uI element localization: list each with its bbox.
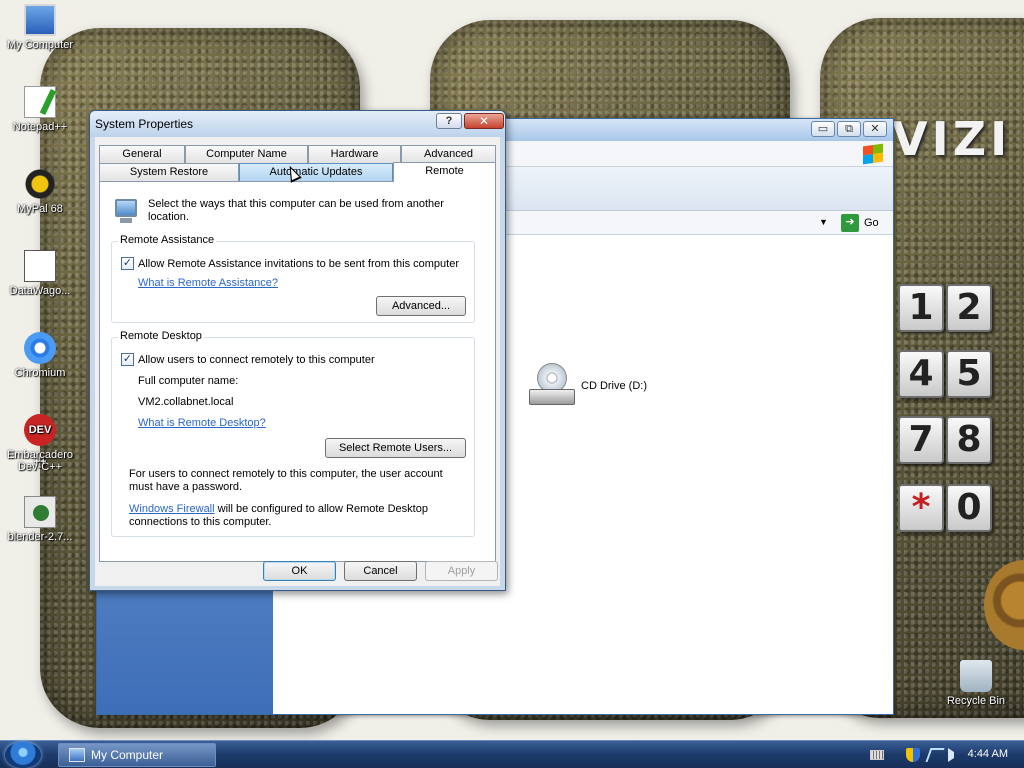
desktop-icon-label: My Computer <box>6 39 74 51</box>
notepad-icon <box>24 86 56 118</box>
tab-automatic-updates[interactable]: Automatic Updates <box>239 163 393 181</box>
keypad-key: 4 <box>898 350 944 398</box>
keypad-key: 2 <box>946 284 992 332</box>
cancel-button[interactable]: Cancel <box>344 561 417 581</box>
computer-icon <box>69 748 85 762</box>
desktop-icon-notepad[interactable]: Notepad++ <box>2 86 78 133</box>
taskbar-clock[interactable]: 4:44 AM <box>968 748 1008 760</box>
maximize-button[interactable]: ⧉ <box>837 121 861 137</box>
keypad-key: 1 <box>898 284 944 332</box>
desktop-icon-mypal[interactable]: MyPal 68 <box>2 168 78 215</box>
remote-desktop-checkbox-label: Allow users to connect remotely to this … <box>138 353 375 366</box>
system-tray: 4:44 AM <box>864 741 1024 768</box>
go-button[interactable]: ➔ Go <box>841 214 879 232</box>
wallpaper-brand-text: VIZI <box>892 112 1012 166</box>
windows-logo-icon <box>863 143 883 165</box>
desktop-icon-blender[interactable]: blender-2.7... <box>2 496 78 543</box>
desktop-icon-my-computer[interactable]: My Computer <box>2 4 78 51</box>
desktop-icon-datawago[interactable]: DataWago... <box>2 250 78 297</box>
what-is-remote-assistance-link[interactable]: What is Remote Assistance? <box>138 277 278 289</box>
desktop-icon-label: DataWago... <box>9 285 71 297</box>
blender-icon <box>24 496 56 528</box>
tab-advanced[interactable]: Advanced <box>401 145 496 163</box>
desktop-icon-label: blender-2.7... <box>7 531 73 543</box>
close-button[interactable]: ✕ <box>863 121 887 137</box>
select-remote-users-button[interactable]: Select Remote Users... <box>325 438 466 458</box>
tab-hardware[interactable]: Hardware <box>308 145 401 163</box>
keypad-key: 5 <box>946 350 992 398</box>
chromium-icon <box>24 332 56 364</box>
dialog-client: General Computer Name Hardware Advanced … <box>95 137 500 586</box>
tab-general[interactable]: General <box>99 145 185 163</box>
desktop-icon-chromium[interactable]: Chromium <box>2 332 78 379</box>
go-arrow-icon: ➔ <box>841 214 859 232</box>
devcpp-icon: DEV ++ <box>24 414 56 468</box>
address-dropdown-icon[interactable]: ▼ <box>819 217 828 227</box>
windows-firewall-link[interactable]: Windows Firewall <box>129 503 215 515</box>
firewall-note-row: Windows Firewall will be configured to a… <box>129 503 464 529</box>
dialog-title: System Properties <box>95 117 194 131</box>
cd-drive-label: CD Drive (D:) <box>581 380 647 392</box>
remote-assistance-title: Remote Assistance <box>118 234 217 246</box>
desktop-icon-label: Notepad++ <box>12 121 68 133</box>
keypad-key: 0 <box>946 484 992 532</box>
keypad-key: * <box>898 484 944 532</box>
cd-drive-item[interactable]: CD Drive (D:) <box>529 363 647 409</box>
desktop-icon-label: Embarcadero Dev-C++ <box>6 449 74 473</box>
datawago-icon <box>24 250 56 282</box>
desktop-icon-label: Recycle Bin <box>946 695 1006 707</box>
taskbar: My Computer 4:44 AM <box>0 740 1024 768</box>
dialog-close-button[interactable]: ✕ <box>464 113 504 129</box>
full-computer-name-value: VM2.collabnet.local <box>138 396 234 408</box>
desktop-icon-recycle-bin[interactable]: Recycle Bin <box>938 660 1014 707</box>
remote-assistance-checkbox[interactable]: ✓ <box>121 257 134 270</box>
go-label: Go <box>864 217 879 229</box>
keyboard-icon[interactable] <box>870 750 884 760</box>
system-properties-dialog[interactable]: System Properties ? ✕ General Computer N… <box>89 110 506 591</box>
desktop-icon-label: Chromium <box>14 367 66 379</box>
dialog-titlebar[interactable]: System Properties ? ✕ <box>90 111 505 137</box>
mypal-icon <box>24 168 56 200</box>
network-icon[interactable] <box>925 748 945 762</box>
keypad-key: 8 <box>946 416 992 464</box>
tab-system-restore[interactable]: System Restore <box>99 163 239 181</box>
remote-assistance-group: Remote Assistance ✓ Allow Remote Assista… <box>111 234 475 323</box>
minimize-button[interactable]: ▭ <box>811 121 835 137</box>
help-button[interactable]: ? <box>436 113 462 129</box>
advanced-button[interactable]: Advanced... <box>376 296 466 316</box>
desktop-icon-label: MyPal 68 <box>17 203 63 215</box>
intro-text: Select the ways that this computer can b… <box>148 198 444 223</box>
tab-remote[interactable]: Remote <box>393 162 496 182</box>
remote-desktop-title: Remote Desktop <box>118 330 204 342</box>
remote-assistance-checkbox-row[interactable]: ✓ Allow Remote Assistance invitations to… <box>121 257 459 270</box>
remote-desktop-checkbox-row[interactable]: ✓ Allow users to connect remotely to thi… <box>121 353 375 366</box>
volume-icon[interactable] <box>948 748 954 762</box>
desktop-icon-devcpp[interactable]: DEV ++ Embarcadero Dev-C++ <box>2 414 78 473</box>
tab-computer-name[interactable]: Computer Name <box>185 145 308 163</box>
remote-computers-icon <box>111 197 141 227</box>
ok-button[interactable]: OK <box>263 561 336 581</box>
taskbar-item-label: My Computer <box>91 748 164 762</box>
keypad-key: 7 <box>898 416 944 464</box>
remote-desktop-group: Remote Desktop ✓ Allow users to connect … <box>111 330 475 537</box>
cd-drive-icon <box>529 363 575 409</box>
start-button[interactable] <box>5 742 41 768</box>
full-computer-name-label: Full computer name: <box>138 375 239 387</box>
recycle-bin-icon <box>960 660 992 692</box>
apply-button[interactable]: Apply <box>425 561 498 581</box>
computer-icon <box>24 4 56 36</box>
remote-desktop-checkbox[interactable]: ✓ <box>121 353 134 366</box>
password-note: For users to connect remotely to this co… <box>129 468 443 493</box>
remote-assistance-checkbox-label: Allow Remote Assistance invitations to b… <box>138 257 459 270</box>
what-is-remote-desktop-link[interactable]: What is Remote Desktop? <box>138 417 266 429</box>
security-shield-icon[interactable] <box>906 748 920 762</box>
taskbar-item-my-computer[interactable]: My Computer <box>58 743 216 767</box>
